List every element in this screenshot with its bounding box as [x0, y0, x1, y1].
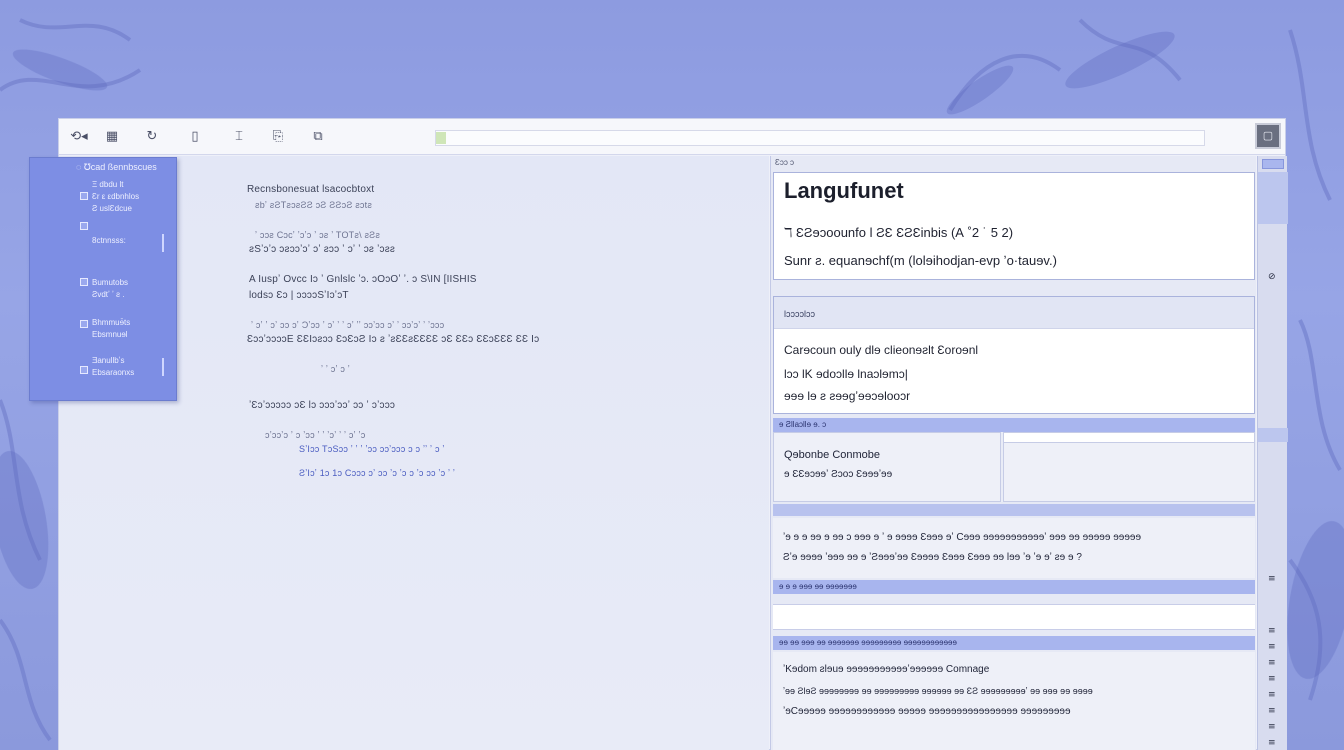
- cell-line: ɘ ƐƐɘɔɘɘʼ Ƨɔoɔ Ɛɘɘɘʼɘɘ: [784, 469, 893, 480]
- rail-band: [1258, 428, 1288, 442]
- text-line: ʼɘ ɘ ɘ ɘɘ ɘ ɘɘ ɔ ɘɘɘ ɘ ʼ ɘ ɘɘɘɘ Ɛɘɘɘ ɘʼ …: [783, 532, 1142, 543]
- copy-icon[interactable]: ⎘: [269, 128, 287, 146]
- gear-icon[interactable]: ⊘: [1268, 272, 1276, 282]
- doc-line: ʼƐɔʼɔɔɔɔɔ ɔƐ lɔ ɔɔɔʼɔɔʼ ɔɔ ʼ ɔʼɔɔɔ: [249, 400, 396, 411]
- checkbox[interactable]: [80, 320, 88, 328]
- section-band[interactable]: ɘ Ƨllaɔllɘ ɘ. ɔ: [773, 418, 1255, 432]
- panel-item[interactable]: 8ctnnsss:: [92, 236, 126, 245]
- doc-line: Recnsbonesuat lsacocbtoxt: [247, 184, 375, 195]
- title-card: Langufunet ℸ ƐƧɘɔoounfo l ƧƐ ƐƧƐinbis (А…: [773, 172, 1255, 280]
- subtitle: ℸ ƐƧɘɔoounfo l ƧƐ ƐƧƐinbis (А ˚2 ˙ 5 2): [784, 225, 1014, 240]
- panel-item[interactable]: Ɛr ε εdbnhlos: [92, 192, 139, 201]
- panel-heading: ◌ ℧cad ßennbscues: [76, 162, 157, 172]
- checkbox[interactable]: [80, 222, 88, 230]
- doc-line: lodsɔ Ɛɔ | ɔɔɔɔSʼIɔʼɔT: [249, 290, 349, 301]
- checkbox[interactable]: [80, 366, 88, 374]
- list-icon[interactable]: ≡: [1268, 690, 1276, 700]
- doc-line: ʼ ɔɔƨ Cɔcʼ ʼɔʼɔ ʼ ɔƨ ʼ TOTƨ\ ƨƧƨ: [255, 230, 381, 240]
- doc-line: ƨSʼɔʼɔ ɔƨɔɔʼɔʼ ɔʼ ƨɔɔ ʼ ɔʼ ʼ ɔƨ ʼɔƨƨ: [249, 244, 396, 255]
- doc-line: A Iuspʼ Ovcc Iɔ ʼ Gnlslc ʼɔ. ɔOɔOʼ ʼ. ɔ …: [249, 274, 477, 285]
- split-right-cell: [1003, 432, 1255, 502]
- list-icon[interactable]: ≡: [1268, 658, 1276, 668]
- text-line: ʼɘɘ ƧlɘƧ ɘɘɘɘɘɘɘɘ ɘɘ ɘɘɘɘɘɘɘɘɘ ɘɘɘɘɘɘ ɘɘ…: [783, 686, 1093, 696]
- panel-item[interactable]: Ebsmnuɘl: [92, 330, 128, 339]
- doc-line: ƐɔɔʼɔɔɔɔE ƐƐIɔƨɔɔ ƐɔƐɔƧ Iɔ ƨ ʼƨƐƐƨƐƐƐƐ ɔ…: [247, 334, 540, 345]
- text-line: ʼɘCɘɘɘɘɘ ɘɘɘɘɘɘɘɘɘɘɘɘ ɘɘɘɘɘ ɘɘɘɘɘɘɘɘɘɘɘɘ…: [783, 706, 1071, 717]
- text-block: ʼKɘdom ƨlɘuɘ ɘɘɘɘɘɘɘɘɘɘɘʼɘɘɘɘɘɘ Comnage …: [773, 652, 1255, 750]
- checkbox[interactable]: [80, 278, 88, 286]
- text-line: ʼKɘdom ƨlɘuɘ ɘɘɘɘɘɘɘɘɘɘɘʼɘɘɘɘɘɘ Comnage: [783, 664, 990, 675]
- doc-line: ʼ ɔʼ ʼ ɔʼ ɔɔ ɔʼ Ɔʼɔɔ ʼ ɔʼ ʼ ʼ ɔʼ ʼʼ ɔɔʼɔ…: [251, 320, 445, 330]
- panel-item[interactable]: Bumutobs: [92, 278, 128, 287]
- panel-item[interactable]: Ƨvdtʼ ʼ ƨ .: [92, 290, 124, 299]
- right-rail: ⊘ ≡ ≡ ≡ ≡ ≡ ≡ ≡ ≡ ≡: [1257, 156, 1288, 750]
- text-line: Ƨʼɘ ɘɘɘɘ ʼɘɘɘ ɘɘ ɘ ʼƧɘɘɘʼɘɘ Ɛɘɘɘɘ Ɛɘɘɘ Ɛ…: [783, 552, 1082, 563]
- bookmark-icon[interactable]: ⌶: [231, 128, 247, 146]
- doc-line: ƨbʼ ƨƧTƨɔƨƧƧ ɔƧ ƧƧɔƧ ƨɔtƨ: [255, 200, 373, 210]
- section-header: lɔɔɔɔlɔɔ: [774, 297, 1254, 329]
- page-icon[interactable]: ▯: [187, 128, 203, 146]
- subtitle: Sunr ƨ. equanɘchf(m (lolɘihodjan-evp ʼo·…: [784, 253, 1057, 268]
- toolbar: ⟲◂ ▦ ↻ ▯ ⌶ ⎘ ⧉ ▢: [59, 119, 1285, 155]
- split-left-cell: Qɘbonbe Conmobe ɘ ƐƐɘɔɘɘʼ Ƨɔoɔ Ɛɘɘɘʼɘɘ: [773, 432, 1001, 502]
- split-row: Qɘbonbe Conmobe ɘ ƐƐɘɔɘɘʼ Ƨɔoɔ Ɛɘɘɘʼɘɘ: [773, 432, 1255, 502]
- refresh-icon[interactable]: ↻: [143, 128, 161, 146]
- back-icon[interactable]: ⟲◂: [65, 128, 93, 146]
- panel-scroll-indicator: [162, 358, 164, 376]
- panel-item[interactable]: Ebsaraonxs: [92, 368, 134, 377]
- doc-line: SʼIɔɔ TɔSɔɔ ʼ ʼ ʼ ʼɔɔ ɔɔʼɔɔɔ ɔ ɔ ʼʼ ʼ ɔ …: [299, 444, 445, 454]
- list-icon[interactable]: ≡: [1268, 574, 1276, 584]
- separator-bar: [773, 504, 1255, 516]
- panel-scroll-indicator: [162, 234, 164, 252]
- cell-header: [1004, 433, 1254, 443]
- panel-top-label: Ɛɔɔ ɔ: [775, 158, 795, 167]
- detail-line: Carɘcoun ouly dlɘ clieonɘƨlt Ɛoroɘnl: [784, 343, 979, 357]
- rail-cap[interactable]: [1262, 159, 1284, 169]
- floating-tool-panel: ◌ ℧cad ßennbscues Ξ dbdu lt Ɛr ε εdbnhlo…: [29, 157, 177, 401]
- rail-band: [1258, 172, 1288, 224]
- list-icon[interactable]: ≡: [1268, 626, 1276, 636]
- text-block: ʼɘ ɘ ɘ ɘɘ ɘ ɘɘ ɔ ɘɘɘ ɘ ʼ ɘ ɘɘɘɘ Ɛɘɘɘ ɘʼ …: [773, 518, 1255, 578]
- properties-panel: Ɛɔɔ ɔ Langufunet ℸ ƐƧɘɔoounfo l ƧƐ ƐƧƐin…: [770, 156, 1256, 750]
- input-row[interactable]: [773, 604, 1255, 630]
- checkbox[interactable]: [80, 192, 88, 200]
- cell-line: Qɘbonbe Conmobe: [784, 449, 881, 461]
- grid-icon[interactable]: ▦: [103, 128, 121, 146]
- address-bar[interactable]: [435, 130, 1205, 146]
- list-icon[interactable]: ≡: [1268, 706, 1276, 716]
- list-icon[interactable]: ≡: [1268, 642, 1276, 652]
- app-window: ⟲◂ ▦ ↻ ▯ ⌶ ⎘ ⧉ ▢ Recnsbonesuat lsacocbto…: [29, 118, 1288, 750]
- list-icon[interactable]: ≡: [1268, 722, 1276, 732]
- address-status-icon: [436, 132, 446, 144]
- detail-line: ɘɘɘ lɘ ƨ ƨɘɘgʼɘɘɔɘlooɔr: [784, 389, 911, 403]
- doc-line: ɔʼɔɔʼɔ ʼ ɔ ʼɔɔ ʼ ʼ ʼɔʼ ʼ ʼ ɔʼ ʼɔ: [265, 430, 366, 440]
- details-card: lɔɔɔɔlɔɔ Carɘcoun ouly dlɘ clieonɘƨlt Ɛo…: [773, 296, 1255, 414]
- panel-item[interactable]: Ξ dbdu lt: [92, 180, 123, 189]
- section-band[interactable]: ɘɘ ɘɘ ɘɘɘ ɘɘ ɘɘɘɘɘɘɘ ɘɘɘɘɘɘɘɘɘ ɘɘɘɘɘɘɘɘɘ…: [773, 636, 1255, 650]
- menu-square-button[interactable]: ▢: [1255, 123, 1281, 149]
- doc-line: ƧʼIɔʼ 1ɔ 1ɔ Cɔɔɔ ɔʼ ɔɔ ʼɔ ʼɔ ɔ ʼɔ ɔɔ ʼɔ …: [299, 468, 456, 478]
- list-icon[interactable]: ≡: [1268, 674, 1276, 684]
- panel-item[interactable]: Bhmmuɘ̄ts: [92, 318, 130, 327]
- list-icon[interactable]: ≡: [1268, 738, 1276, 748]
- doc-line: ʼ ʼ ɔʼ ɔ ʼ: [321, 364, 350, 374]
- share-icon[interactable]: ⧉: [309, 128, 327, 146]
- page-title: Langufunet: [784, 178, 904, 203]
- panel-item[interactable]: Ǝanullbʼs: [92, 356, 124, 365]
- section-band[interactable]: ɘ ɘ ɘ ɘɘɘ ɘɘ ɘɘɘɘɘɘɘ: [773, 580, 1255, 594]
- detail-line: lɔɔ lK ɘdoɔllɘ lnaɔlɘmɔ|: [784, 367, 908, 381]
- panel-item[interactable]: Ƨ uslƐdcue: [92, 204, 132, 213]
